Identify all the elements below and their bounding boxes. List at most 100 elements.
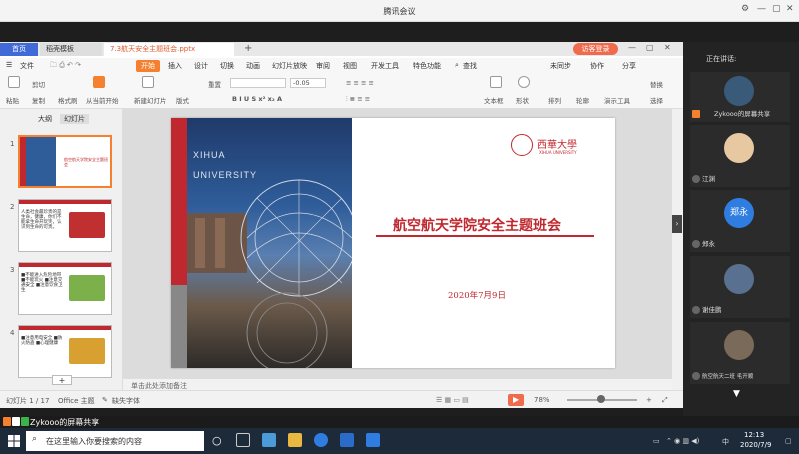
menu-file[interactable]: 文件 [20,61,34,71]
select-button[interactable]: 选择 [650,95,663,105]
collapse-panel-icon[interactable]: › [672,215,682,233]
menu-view[interactable]: 视图 [343,61,357,71]
menu-transition[interactable]: 切换 [220,61,234,71]
new-tab-button[interactable]: + [238,43,258,56]
tab-template[interactable]: 稻壳模板 [40,43,102,56]
clock-time[interactable]: 12:13 [744,431,764,439]
participant-tile[interactable]: 航空航天二班 毛开顺 [690,322,790,384]
system-tray-icons[interactable]: ⌃ ◉ ▥ ◀) [666,437,699,445]
vertical-scrollbar[interactable] [672,109,683,390]
font-size-input[interactable]: -0.05 [290,78,326,88]
slide-thumbnail-4[interactable]: ■注意用电安全 ■防火防盗 ■心理健康 [18,325,112,378]
task-view-icon[interactable] [236,433,250,447]
missing-font-button[interactable]: 缺失字体 [112,396,140,406]
paste-icon[interactable] [8,76,20,88]
slide-thumbnail-1[interactable]: 航空航天学院安全主题班会 [18,135,112,188]
shapes-icon[interactable] [518,76,530,88]
participant-tile[interactable]: 谢佳鹏 [690,256,790,318]
campus-photo: XIHUA UNIVERSITY [187,118,352,368]
minimize-icon[interactable]: — [628,43,636,52]
settings-icon[interactable]: ⚙ [741,4,749,14]
minimize-icon[interactable]: — [757,4,766,14]
text-format-icons[interactable]: B I U S x² x₂ A [232,95,282,103]
new-slide-icon[interactable] [142,76,154,88]
maximize-icon[interactable]: ▢ [772,4,781,14]
notes-bar[interactable]: 单击此处添加备注 [123,378,672,390]
textbox-button[interactable]: 文本框 [484,95,504,105]
fit-window-icon[interactable]: ⤢ [662,396,668,405]
copy-button[interactable]: 复制 [32,95,45,105]
clock-date[interactable]: 2020/7/9 [740,441,771,449]
view-mode-icons[interactable]: ☰ ▦ ▭ ▤ [436,396,469,404]
menu-start[interactable]: 开始 [136,60,160,72]
taskbar-search-input[interactable]: ⌕ 在这里输入你要搜索的内容 [26,431,204,451]
shapes-button[interactable]: 形状 [516,95,529,105]
new-slide-button[interactable]: 新建幻灯片 [134,95,167,105]
align-icons[interactable]: ⫶ ≣ ≡ ≡ [346,95,370,104]
play-from-current-icon[interactable] [93,76,105,88]
menu-developer[interactable]: 开发工具 [371,61,399,71]
cortana-icon[interactable]: ○ [212,434,222,447]
collaborate-button[interactable]: 协作 [590,61,604,71]
quick-access-icons[interactable]: 🗀 ⎙ ↶ ↷ [50,61,81,72]
current-slide[interactable]: XIHUA UNIVERSITY 西華大學 XIHUA UNIVERSITY 航… [171,118,615,368]
search-icon[interactable]: ⌕ [455,61,459,70]
play-slideshow-button[interactable]: ▶ [508,394,524,406]
tencent-meeting-icon[interactable] [366,433,380,447]
close-icon[interactable]: ✕ [664,43,671,52]
layout-button[interactable]: 版式 [176,95,189,105]
menu-design[interactable]: 设计 [194,61,208,71]
avatar [724,264,754,294]
participant-tile[interactable]: 江渊 [690,125,790,187]
windows-start-icon[interactable] [8,435,20,447]
notification-icon[interactable]: ▢ [785,437,792,445]
unsynced-label[interactable]: 未同步 [550,61,571,71]
menu-find[interactable]: 查找 [463,61,477,71]
menu-icon[interactable]: ☰ [6,61,12,69]
replace-button[interactable]: 替换 [650,79,663,89]
menu-features[interactable]: 特色功能 [413,61,441,71]
close-icon[interactable]: ✕ [786,4,794,14]
input-language[interactable]: 中 [722,437,729,447]
menu-review[interactable]: 审阅 [316,61,330,71]
guest-login-button[interactable]: 访客登录 [573,43,618,55]
zoom-slider-handle[interactable] [597,395,605,403]
slide-thumbnail-pane: 大纲 幻灯片 1 航空航天学院安全主题班会 2 人类社会最珍贵的是生命，健康，你… [0,109,123,390]
file-explorer-icon[interactable] [288,433,302,447]
participant-tile[interactable]: Zykooo的屏幕共享 [690,72,790,122]
font-family-select[interactable] [230,78,286,88]
outline-button[interactable]: 轮廓 [576,95,589,105]
textbox-icon[interactable] [490,76,502,88]
slide-title[interactable]: 航空航天学院安全主题班会 [371,215,583,235]
slide-thumbnail-3[interactable]: ■不能进入危险地带 ■不能玩火 ■注意交通安全 ■注意饮食卫生 [18,262,112,315]
menu-slideshow[interactable]: 幻灯片放映 [272,61,307,71]
chevron-down-icon[interactable]: ▼ [733,389,740,399]
share-button[interactable]: 分享 [622,61,636,71]
tab-home[interactable]: 首页 [0,43,38,56]
tab-outline[interactable]: 大纲 [38,114,52,124]
missing-font-icon[interactable]: ✎ [102,396,108,404]
tab-presentation-file[interactable]: 7.3航天安全主题班会.pptx [104,43,234,56]
slide-date[interactable]: 2020年7月9日 [371,289,583,301]
arrange-button[interactable]: 排列 [548,95,561,105]
tab-slides[interactable]: 幻灯片 [60,114,89,124]
start-from-current-button[interactable]: 从当前开始 [86,95,119,105]
edge-icon[interactable] [314,433,328,447]
add-slide-button[interactable]: + [52,375,72,385]
paragraph-icons[interactable]: ≡ ≡ ≡ ≡ [346,79,374,87]
menu-insert[interactable]: 插入 [168,61,182,71]
participant-tile[interactable]: 郑永 郑永 [690,190,790,252]
zoom-level[interactable]: 78% [534,396,550,404]
format-painter-button[interactable]: 格式刷 [58,95,78,105]
store-icon[interactable] [262,433,276,447]
menu-animation[interactable]: 动画 [246,61,260,71]
paste-button[interactable]: 粘贴 [6,95,19,105]
battery-icon[interactable]: ▭ [653,437,660,445]
cut-button[interactable]: 剪切 [32,79,45,89]
slide-thumbnail-2[interactable]: 人类社会最珍贵的是生命，健康，你们不能拿生命开玩笑，认识到生命的可贵。 [18,199,112,252]
mail-icon[interactable] [340,433,354,447]
zoom-in-icon[interactable]: + [646,396,652,404]
presentation-tools-button[interactable]: 演示工具 [604,95,630,105]
restore-icon[interactable]: ▢ [646,43,654,52]
reset-button[interactable]: 重置 [208,79,221,89]
